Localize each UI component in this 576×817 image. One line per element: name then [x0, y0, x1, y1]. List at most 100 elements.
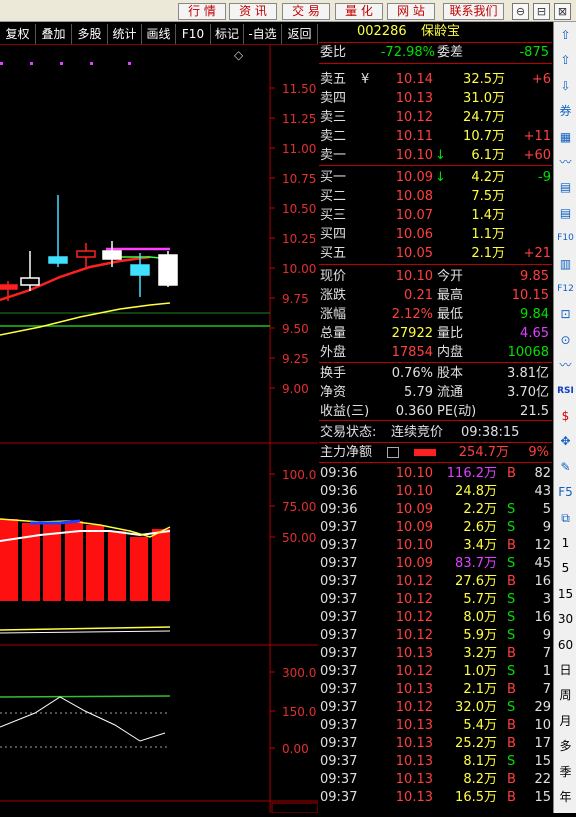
right-tool-3[interactable]: 券	[556, 102, 575, 120]
right-tool-14[interactable]: RSI	[556, 382, 575, 400]
buy-row-2: 买三 10.07 1.4万	[319, 206, 552, 225]
tick-count: 12	[534, 538, 551, 553]
window-button-0[interactable]: ⊖	[512, 3, 529, 20]
right-tool-22[interactable]: 15	[556, 585, 575, 603]
toolbar-item-7[interactable]: -自选	[244, 24, 282, 44]
tick-price: 10.10	[395, 466, 433, 481]
right-tool-6[interactable]: ▤	[556, 178, 575, 196]
price-axis-label: 11.25	[282, 112, 316, 126]
tick-row-3: 09:37 10.09 2.6万 S 9	[319, 518, 552, 537]
stock-code: 002286	[357, 24, 407, 39]
tick-price: 10.13	[395, 736, 433, 751]
chart-canvas[interactable]: ◇ 11.50 11.25 11.00 10.75 10.50 10.25 10.00 9.75…	[0, 45, 319, 814]
right-tool-26[interactable]: 周	[556, 686, 575, 704]
right-tool-5[interactable]: 〰	[556, 153, 575, 171]
tick-volume: 2.6万	[463, 520, 497, 535]
right-tool-4[interactable]: ▦	[556, 128, 575, 146]
right-tool-15[interactable]: $	[556, 407, 575, 425]
buy-label: 买一	[320, 170, 347, 185]
ind2-axis-label: 150.0	[282, 705, 316, 719]
right-tool-16[interactable]: ✥	[556, 432, 575, 450]
candle-body	[20, 277, 40, 286]
right-tool-21[interactable]: 5	[556, 559, 575, 577]
right-tool-18[interactable]: F5	[556, 483, 575, 501]
window-button-2[interactable]: ⊠	[554, 3, 571, 20]
right-tool-8[interactable]: F10	[556, 229, 575, 247]
top-menu-button-0[interactable]: 行 情	[178, 3, 226, 20]
right-tool-1[interactable]: ⇧	[556, 51, 575, 69]
toolbar-item-4[interactable]: 画线	[142, 24, 176, 44]
tick-row-9: 09:37 10.12 5.9万 S 9	[319, 626, 552, 645]
right-tool-9[interactable]: ▥	[556, 255, 575, 273]
tick-volume: 5.4万	[463, 718, 497, 733]
right-tool-19[interactable]: ⧉	[556, 509, 575, 527]
right-tool-20[interactable]: 1	[556, 534, 575, 552]
ind1-axis-label: 100.0	[282, 468, 316, 482]
right-tool-28[interactable]: 多	[556, 737, 575, 755]
top-menu-button-1[interactable]: 资 讯	[229, 3, 277, 20]
tick-side: B	[507, 466, 516, 481]
buy-change: -9	[538, 170, 551, 185]
right-tool-11[interactable]: ⊡	[556, 305, 575, 323]
top-menu-button-4[interactable]: 网 站	[387, 3, 435, 20]
tick-row-15: 09:37 10.13 25.2万 B 17	[319, 734, 552, 753]
tick-count: 9	[542, 628, 551, 643]
sell-label: 卖一	[320, 148, 347, 163]
right-tool-25[interactable]: 日	[556, 661, 575, 679]
buy-row-1: 买二 10.08 7.5万	[319, 187, 552, 206]
stat-label: 涨跌	[320, 288, 347, 303]
window-button-1[interactable]: ⊟	[533, 3, 550, 20]
right-tool-23[interactable]: 30	[556, 610, 575, 628]
right-tool-29[interactable]: 季	[556, 763, 575, 781]
stat-value: 9.85	[520, 269, 549, 284]
tick-volume: 3.2万	[463, 646, 497, 661]
weibi-row: 委比 -72.98% 委差 -875	[319, 43, 552, 62]
right-tool-2[interactable]: ⇩	[556, 77, 575, 95]
toolbar-item-6[interactable]: 标记	[211, 24, 244, 44]
top-menu-button-3[interactable]: 量 化	[335, 3, 383, 20]
right-tool-7[interactable]: ▤	[556, 204, 575, 222]
tick-price: 10.12	[395, 628, 433, 643]
right-tool-0[interactable]: ⇧	[556, 26, 575, 44]
toolbar-item-2[interactable]: 多股	[72, 24, 108, 44]
tick-volume: 5.7万	[463, 592, 497, 607]
right-tool-27[interactable]: 月	[556, 712, 575, 730]
right-tool-30[interactable]: 年	[556, 788, 575, 806]
right-tool-13[interactable]: 〰	[556, 356, 575, 374]
toolbar-item-8[interactable]: 返回	[282, 24, 318, 44]
sell-price: 10.12	[395, 110, 433, 125]
stat-label: 最低	[437, 307, 464, 322]
tick-time: 09:37	[320, 772, 358, 787]
toolbar-item-3[interactable]: 统计	[108, 24, 142, 44]
top-menu-button-5[interactable]: 联系我们	[443, 3, 504, 20]
tick-count: 29	[534, 700, 551, 715]
sell-change: +60	[523, 148, 551, 163]
main-flow-label: 主力净额	[320, 445, 373, 460]
tick-price: 10.09	[395, 556, 433, 571]
stat-value: 10.10	[395, 269, 433, 284]
top-menu-button-2[interactable]: 交 易	[282, 3, 330, 20]
ind2-green-line	[0, 695, 171, 698]
tick-row-8: 09:37 10.12 8.0万 S 16	[319, 608, 552, 627]
right-tool-17[interactable]: ✎	[556, 458, 575, 476]
sep-2	[319, 63, 552, 64]
sell-row-1: 卖四 10.13 31.0万	[319, 89, 552, 108]
stat2-value: 0.76%	[391, 366, 433, 381]
toolbar-item-0[interactable]: 复权	[0, 24, 36, 44]
tick-count: 43	[534, 484, 551, 499]
kline-chart-area[interactable]: ◇ 11.50 11.25 11.00 10.75 10.50 10.25 10.00 9.75…	[0, 45, 319, 814]
ma-yellow-line	[0, 302, 171, 336]
tick-side: S	[507, 610, 516, 625]
toolbar-item-1[interactable]: 叠加	[36, 24, 72, 44]
marker-dot	[30, 62, 33, 65]
right-tool-12[interactable]: ⊙	[556, 331, 575, 349]
right-tool-24[interactable]: 60	[556, 636, 575, 654]
candle-body	[48, 256, 68, 264]
flow-bar	[414, 449, 436, 456]
tick-row-14: 09:37 10.13 5.4万 B 10	[319, 716, 552, 735]
stat2-value: 3.70亿	[507, 385, 549, 400]
menu-icon[interactable]	[387, 447, 399, 458]
tick-time: 09:36	[320, 484, 358, 499]
toolbar-item-5[interactable]: F10	[176, 24, 211, 44]
right-tool-10[interactable]: F12	[556, 280, 575, 298]
